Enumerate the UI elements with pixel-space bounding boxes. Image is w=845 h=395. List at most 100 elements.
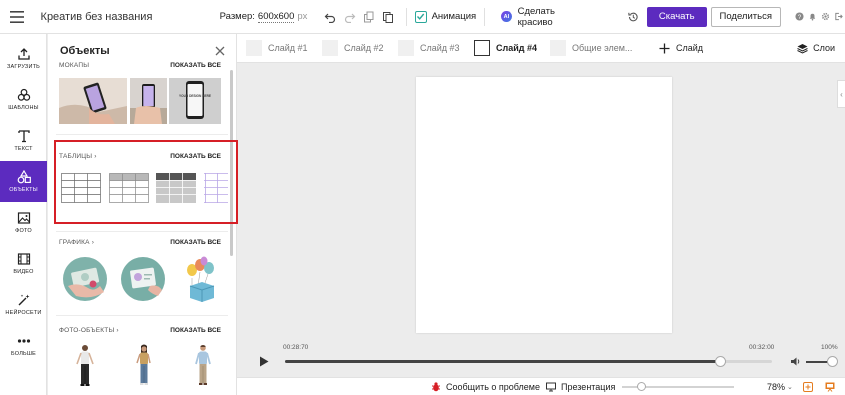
- mockup-thumbnail[interactable]: YOUR DESIGN HERE: [169, 78, 221, 124]
- section-divider: [56, 315, 228, 316]
- present-icon[interactable]: [825, 382, 835, 392]
- add-slide-button[interactable]: Слайд: [659, 43, 703, 54]
- slide-thumbnail: [322, 40, 338, 56]
- rail-label-neural: Нейросети: [5, 310, 42, 316]
- section-divider: [56, 231, 228, 232]
- presentation-button[interactable]: Презентация: [546, 382, 615, 392]
- size-selector[interactable]: Размер: 600x600 px: [219, 11, 308, 23]
- rail-item-upload[interactable]: Загрузить: [0, 38, 47, 79]
- photo-object-person[interactable]: [135, 344, 153, 390]
- templates-icon: [17, 88, 30, 101]
- size-label: Размер:: [219, 11, 255, 22]
- bug-icon: [432, 381, 440, 391]
- top-bar: Креатив без названия Размер: 600x600 px …: [0, 0, 845, 34]
- toolbar-divider: [484, 7, 486, 26]
- volume-icon[interactable]: [790, 356, 801, 367]
- timeline-scrubber[interactable]: [715, 356, 727, 367]
- slide-thumbnail: [550, 40, 566, 56]
- plus-icon: [659, 43, 670, 53]
- tab-slide-4[interactable]: Слайд #4: [465, 40, 541, 56]
- tab-slide-label: Слайд #1: [268, 43, 308, 53]
- history-icon[interactable]: [623, 0, 642, 34]
- gear-icon[interactable]: [819, 0, 832, 34]
- report-problem-label: Сообщить о проблеме: [446, 381, 540, 392]
- rail-item-text[interactable]: Текст: [0, 120, 47, 161]
- hamburger-menu-icon[interactable]: [0, 0, 35, 34]
- make-beautiful-button[interactable]: AI Сделать красиво: [501, 6, 589, 28]
- download-button[interactable]: Скачать: [646, 6, 707, 27]
- status-bar: Сообщить о проблеме Презентация 78% ⌄: [237, 377, 845, 395]
- zoom-slider-knob[interactable]: [637, 382, 646, 391]
- copy-icon[interactable]: [359, 0, 378, 34]
- right-panel-handle[interactable]: ‹: [837, 80, 845, 108]
- ai-icon: AI: [501, 11, 512, 22]
- undo-icon[interactable]: [321, 0, 340, 34]
- animation-checkbox[interactable]: [414, 10, 427, 23]
- logout-icon[interactable]: [832, 0, 845, 34]
- section-photo-objects-title[interactable]: ФОТО-ОБЪЕКТЫ ›: [59, 327, 119, 334]
- redo-icon[interactable]: [340, 0, 359, 34]
- graphic-money-hand[interactable]: [62, 256, 108, 302]
- close-icon[interactable]: [214, 45, 226, 57]
- rail-item-photo[interactable]: Фото: [0, 202, 47, 243]
- volume-percent: 100%: [821, 344, 838, 351]
- section-photo-objects: ФОТО-ОБЪЕКТЫ › ПОКАЗАТЬ ВСЕ: [48, 323, 231, 395]
- tab-slide-3[interactable]: Слайд #3: [389, 40, 465, 56]
- more-icon: [17, 339, 30, 343]
- video-icon: [17, 253, 30, 265]
- rail-item-templates[interactable]: Шаблоны: [0, 79, 47, 120]
- layers-button[interactable]: Слои: [797, 43, 835, 54]
- timeline-track[interactable]: [285, 356, 772, 367]
- share-button[interactable]: Поделиться: [710, 6, 781, 27]
- section-mockups-show-all[interactable]: ПОКАЗАТЬ ВСЕ: [170, 62, 221, 69]
- tab-slide-label: Слайд #4: [496, 43, 537, 53]
- size-unit: px: [297, 11, 308, 22]
- upload-icon: [17, 48, 30, 60]
- tab-slide-1[interactable]: Слайд #1: [237, 40, 313, 56]
- mockup-phone-text: YOUR DESIGN HERE: [179, 94, 211, 98]
- tab-common-elements[interactable]: Общие элем...: [541, 40, 641, 56]
- tab-slide-2[interactable]: Слайд #2: [313, 40, 389, 56]
- section-mockups-header: МОКАПЫ ПОКАЗАТЬ ВСЕ: [48, 61, 231, 72]
- section-graphics-title[interactable]: ГРАФИКА ›: [59, 239, 94, 246]
- layers-label: Слои: [813, 43, 835, 53]
- left-tool-rail: Загрузить Шаблоны Текст Объекты Фото Вид…: [0, 34, 47, 395]
- slide-thumbnail: [398, 40, 414, 56]
- help-icon[interactable]: ?: [793, 0, 806, 34]
- rail-label-video: Видео: [13, 269, 34, 275]
- mockup-thumbnail[interactable]: [130, 78, 167, 124]
- graphic-gift-balloons[interactable]: [178, 256, 224, 302]
- section-graphics-show-all[interactable]: ПОКАЗАТЬ ВСЕ: [170, 239, 221, 246]
- panel-title: Объекты: [60, 44, 110, 57]
- bell-icon[interactable]: [806, 0, 819, 34]
- report-problem-button[interactable]: Сообщить о проблеме: [431, 382, 540, 392]
- section-mockups-title[interactable]: МОКАПЫ: [59, 62, 89, 69]
- animation-toggle[interactable]: Анимация: [414, 10, 476, 23]
- total-time: 00:32:00: [749, 344, 775, 351]
- rail-item-neural[interactable]: Нейросети: [0, 284, 47, 325]
- fullscreen-icon[interactable]: [803, 382, 813, 392]
- section-photo-objects-show-all[interactable]: ПОКАЗАТЬ ВСЕ: [170, 327, 221, 334]
- paste-icon[interactable]: [378, 0, 397, 34]
- document-title[interactable]: Креатив без названия: [41, 11, 204, 23]
- graphic-chart-hand[interactable]: [120, 256, 166, 302]
- rail-item-objects[interactable]: Объекты: [0, 161, 47, 202]
- photo-object-person[interactable]: [76, 344, 94, 390]
- make-beautiful-label: Сделать красиво: [517, 5, 555, 28]
- slide-thumbnail: [474, 40, 490, 56]
- chevron-down-icon: ⌄: [787, 383, 793, 391]
- photo-object-person[interactable]: [194, 344, 212, 390]
- zoom-value: 78%: [767, 381, 786, 392]
- rail-item-more[interactable]: Больше: [0, 325, 47, 366]
- rail-label-text: Текст: [14, 146, 33, 152]
- play-icon[interactable]: [259, 356, 269, 367]
- mockup-thumbnail[interactable]: [59, 78, 127, 124]
- volume-slider-knob[interactable]: [827, 356, 838, 367]
- rail-item-video[interactable]: Видео: [0, 243, 47, 284]
- add-slide-label: Слайд: [676, 43, 704, 53]
- text-icon: [17, 130, 30, 143]
- design-canvas[interactable]: [416, 77, 672, 333]
- zoom-dropdown[interactable]: 78% ⌄: [767, 382, 793, 392]
- section-mockups: МОКАПЫ ПОКАЗАТЬ ВСЕ YOUR DESIGN HERE: [48, 61, 231, 131]
- size-value[interactable]: 600x600: [257, 11, 295, 23]
